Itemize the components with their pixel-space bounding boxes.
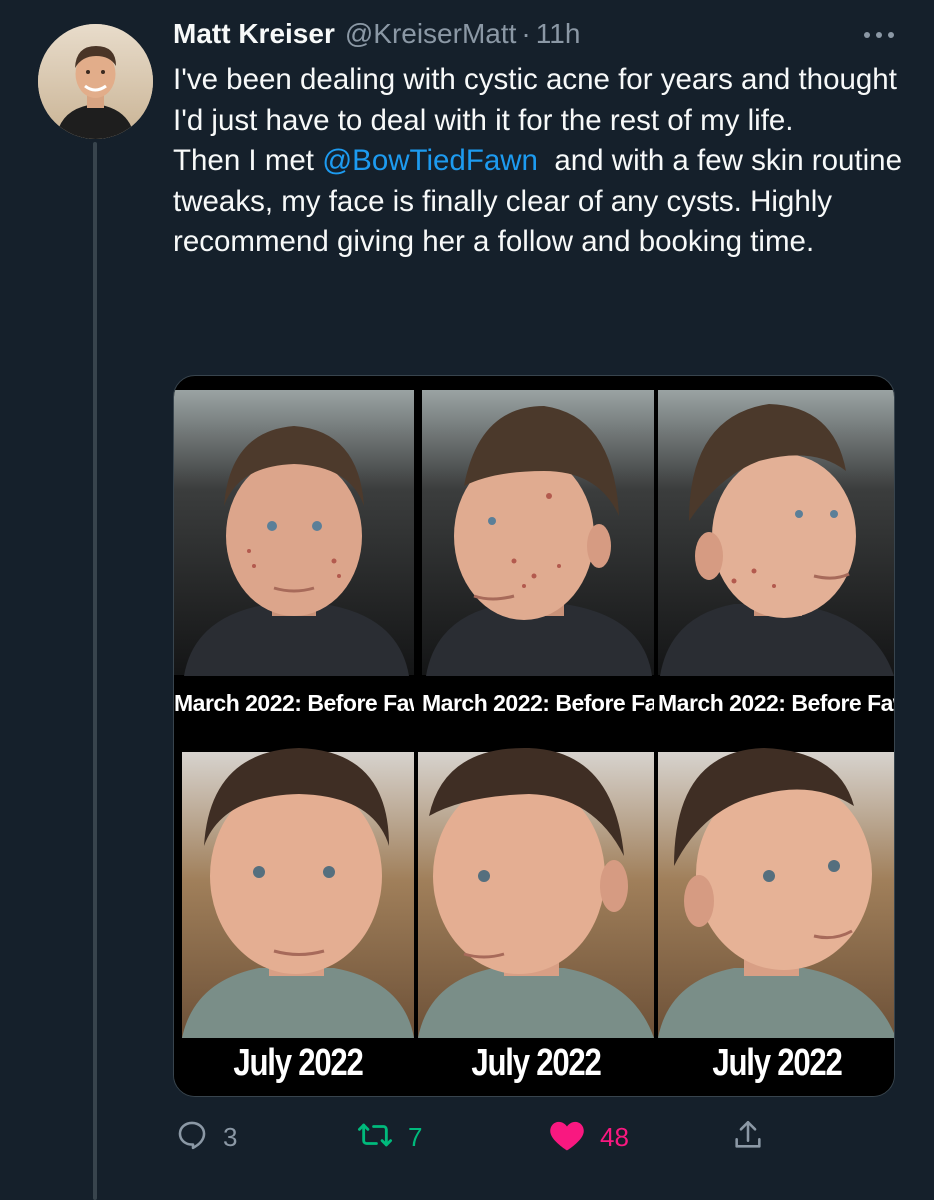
photo-caption-top-2: March 2022: Before Faw [422, 690, 654, 716]
reply-button[interactable]: 3 [175, 1112, 237, 1162]
tweet-text-pre-mention: Then I met [173, 144, 323, 177]
tweet[interactable]: Matt Kreiser @KreiserMatt · 11h I've bee… [0, 0, 934, 1200]
retweet-icon [356, 1118, 394, 1157]
like-count: 48 [600, 1121, 629, 1152]
photo-caption-bottom-3: July 2022 [712, 1042, 842, 1084]
avatar[interactable] [38, 24, 153, 139]
photo-caption-bottom-1: July 2022 [233, 1042, 363, 1084]
media-image[interactable]: March 2022: Before Fawn March 2022: Befo… [173, 375, 895, 1097]
tweet-text-line-2: Then I met @BowTiedFawn and with a few s… [173, 141, 903, 263]
heart-icon [548, 1118, 586, 1157]
reply-count: 3 [223, 1121, 238, 1152]
share-button[interactable] [731, 1112, 765, 1162]
reply-icon [175, 1118, 209, 1157]
photo-caption-bottom-2: July 2022 [471, 1042, 601, 1084]
mention-link[interactable]: @BowTiedFawn [322, 144, 538, 177]
photo-caption-top-1: March 2022: Before Fawn [174, 690, 414, 716]
tweet-text: I've been dealing with cystic acne for y… [173, 60, 903, 263]
share-icon [731, 1118, 765, 1157]
timestamp[interactable]: 11h [536, 18, 581, 50]
tweet-text-line-1: I've been dealing with cystic acne for y… [173, 63, 897, 137]
like-button[interactable]: 48 [548, 1112, 629, 1162]
author-name[interactable]: Matt Kreiser [173, 18, 335, 50]
retweet-button[interactable]: 7 [356, 1112, 422, 1162]
retweet-count: 7 [408, 1121, 423, 1152]
author-handle[interactable]: @KreiserMatt [345, 18, 517, 50]
more-icon[interactable] [864, 20, 894, 50]
photo-caption-top-3: March 2022: Before Fawn [658, 690, 894, 716]
tweet-header: Matt Kreiser @KreiserMatt · 11h [173, 14, 580, 54]
tweet-actions: 3 7 48 [173, 1112, 793, 1162]
thread-line [93, 142, 97, 1200]
separator-dot: · [521, 18, 531, 49]
